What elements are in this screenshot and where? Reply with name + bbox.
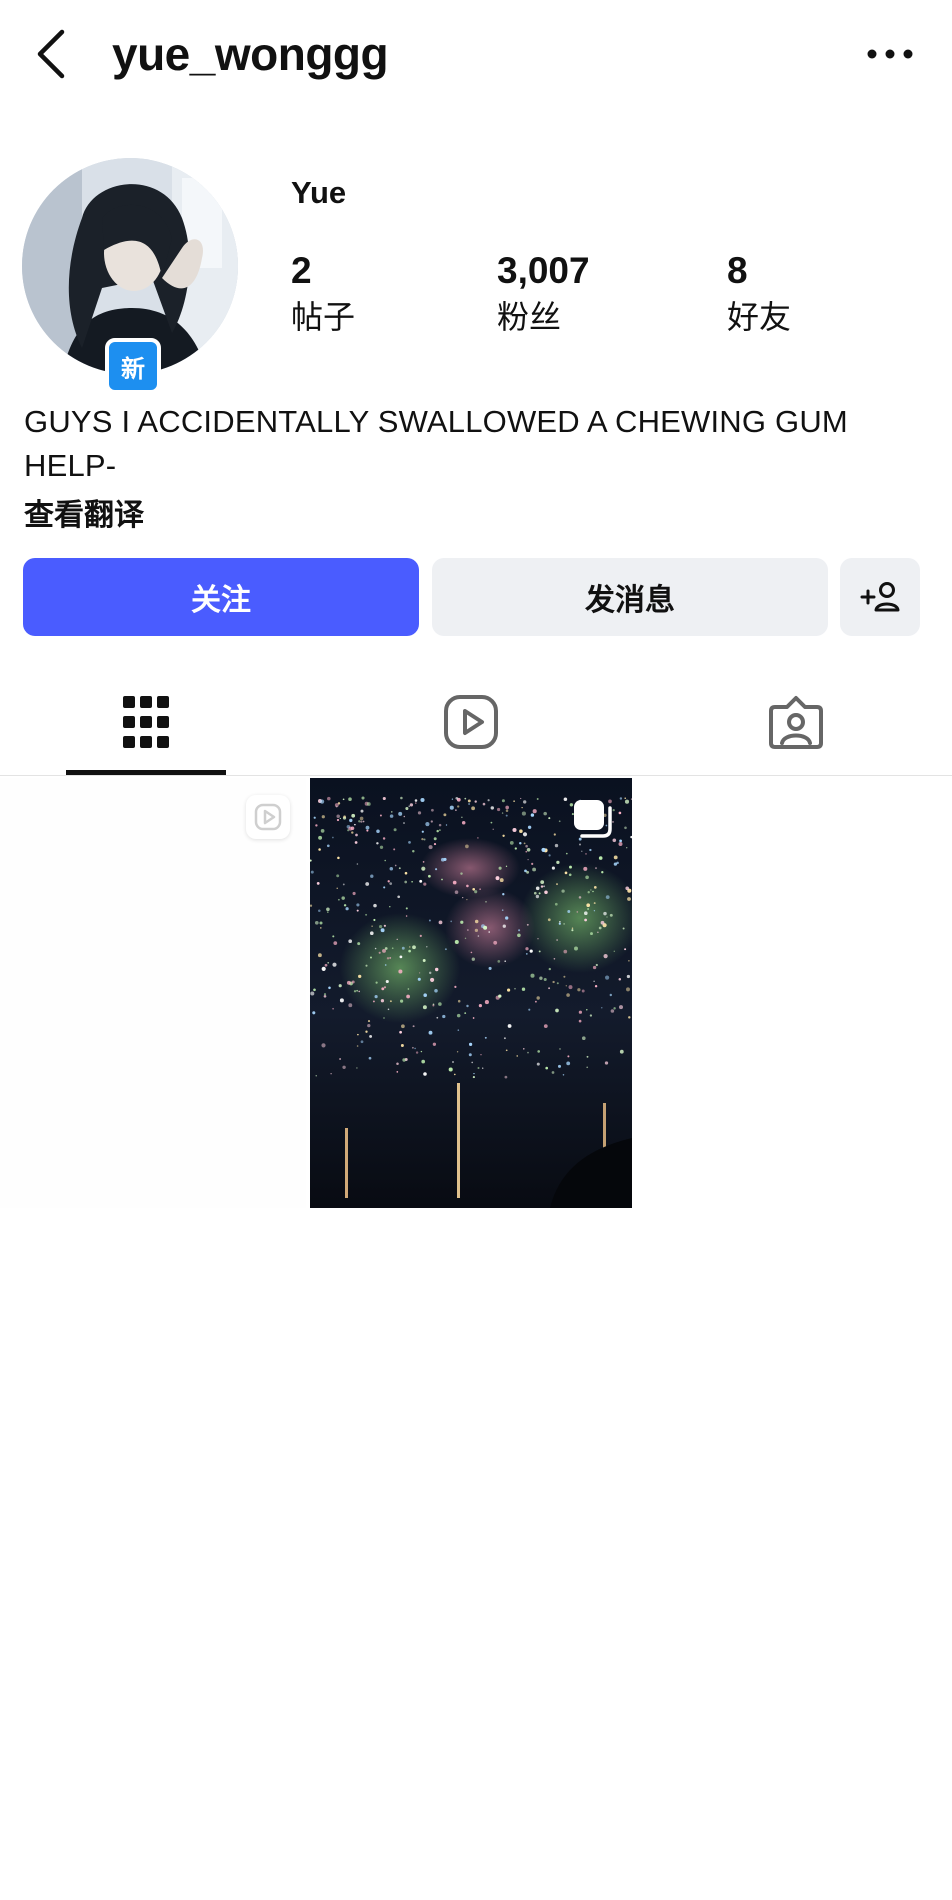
stat-followers-value: 3,007 bbox=[497, 250, 590, 291]
grid-icon bbox=[123, 696, 169, 748]
profile-bio: GUYS I ACCIDENTALLY SWALLOWED A CHEWING … bbox=[24, 404, 848, 483]
multiple-photos-icon bbox=[570, 796, 614, 840]
more-icon bbox=[867, 49, 913, 59]
add-person-icon bbox=[860, 582, 900, 612]
more-options-button[interactable] bbox=[860, 34, 920, 74]
video-post-icon bbox=[246, 795, 290, 839]
stat-posts-value: 2 bbox=[291, 250, 312, 291]
tab-posts-grid[interactable] bbox=[86, 680, 206, 764]
profile-username: yue_wonggg bbox=[112, 28, 389, 80]
post-thumbnail-fireworks[interactable] bbox=[310, 778, 632, 1208]
tagged-person-icon bbox=[769, 696, 823, 749]
new-user-badge: 新 bbox=[105, 338, 161, 394]
see-translation-link[interactable]: 查看翻译 bbox=[24, 490, 144, 534]
tabs-divider bbox=[0, 775, 952, 776]
message-button[interactable]: 发消息 bbox=[432, 558, 828, 636]
profile-display-name: Yue bbox=[291, 175, 347, 210]
tab-tagged[interactable] bbox=[736, 680, 856, 764]
post-thumbnail-placeholder[interactable] bbox=[0, 778, 306, 1208]
stat-friends-value: 8 bbox=[727, 250, 748, 291]
chevron-left-icon bbox=[37, 29, 65, 79]
stat-posts-label: 帖子 bbox=[291, 298, 356, 336]
follow-button[interactable]: 关注 bbox=[23, 558, 419, 636]
tab-reels[interactable] bbox=[411, 680, 531, 764]
stat-friends-label: 好友 bbox=[727, 298, 792, 336]
fireworks-image bbox=[310, 778, 632, 1208]
stat-posts[interactable]: 2 帖子 bbox=[291, 248, 355, 340]
stat-followers[interactable]: 3,007 粉丝 bbox=[497, 248, 590, 340]
add-friend-button[interactable] bbox=[840, 558, 920, 636]
stat-friends[interactable]: 8 好友 bbox=[727, 248, 791, 340]
back-button[interactable] bbox=[24, 24, 84, 84]
stat-followers-label: 粉丝 bbox=[497, 298, 562, 336]
reels-play-icon bbox=[444, 695, 498, 749]
